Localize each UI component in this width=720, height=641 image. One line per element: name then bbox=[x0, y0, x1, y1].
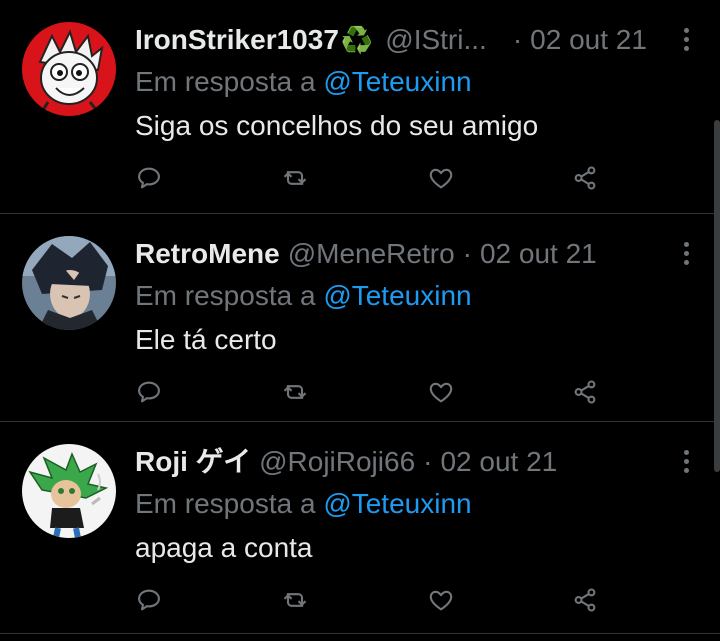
tweet-reply[interactable]: Roji ゲイ @RojiRoji66 · 02 out 21 Em respo… bbox=[0, 422, 720, 634]
reply-button[interactable] bbox=[129, 580, 169, 620]
tweet-text: Siga os concelhos do seu amigo bbox=[135, 110, 539, 141]
recycle-emoji-icon: ♻️ bbox=[340, 25, 374, 55]
display-name[interactable]: IronStriker1037 bbox=[135, 22, 339, 58]
tweet-header: RetroMene @MeneRetro · 02 out 21 bbox=[135, 236, 680, 272]
heart-icon bbox=[429, 382, 453, 403]
retweet-button[interactable] bbox=[275, 372, 315, 412]
share-icon bbox=[574, 166, 596, 190]
retweet-icon bbox=[283, 385, 307, 399]
tweet-date[interactable]: 02 out 21 bbox=[530, 22, 647, 58]
reply-mention-link[interactable]: @Teteuxinn bbox=[323, 66, 471, 97]
speech-bubble-icon bbox=[138, 167, 160, 189]
tweet-date[interactable]: 02 out 21 bbox=[480, 236, 597, 272]
reply-context: Em resposta a @Teteuxinn bbox=[135, 486, 472, 522]
avatar[interactable] bbox=[22, 22, 116, 116]
tweet-actions bbox=[135, 158, 615, 198]
more-vertical-icon[interactable] bbox=[682, 448, 690, 474]
speech-bubble-icon bbox=[138, 381, 160, 403]
display-name[interactable]: RetroMene bbox=[135, 236, 280, 272]
separator-dot: · bbox=[423, 446, 433, 477]
avatar-image bbox=[22, 236, 116, 330]
reply-context: Em resposta a @Teteuxinn bbox=[135, 64, 472, 100]
like-button[interactable] bbox=[421, 580, 461, 620]
avatar[interactable] bbox=[22, 444, 116, 538]
reply-mention-link[interactable]: @Teteuxinn bbox=[323, 280, 471, 311]
scrollbar-thumb[interactable] bbox=[714, 120, 720, 472]
replies-feed: IronStriker1037 ♻️ @IStri... · 02 out 21… bbox=[0, 0, 720, 641]
tweet-header: IronStriker1037 ♻️ @IStri... · 02 out 21 bbox=[135, 22, 680, 58]
tweet-actions bbox=[135, 580, 615, 620]
username-handle[interactable]: @MeneRetro bbox=[288, 236, 455, 272]
tweet-date[interactable]: 02 out 21 bbox=[440, 444, 557, 480]
heart-icon bbox=[429, 590, 453, 611]
tweet-text: Ele tá certo bbox=[135, 324, 277, 355]
separator-dot: · bbox=[462, 238, 472, 269]
avatar-image bbox=[22, 22, 116, 116]
tweet-reply[interactable]: RetroMene @MeneRetro · 02 out 21 Em resp… bbox=[0, 214, 720, 422]
reply-button[interactable] bbox=[129, 158, 169, 198]
retweet-button[interactable] bbox=[275, 580, 315, 620]
heart-icon bbox=[429, 168, 453, 189]
reply-prefix: Em resposta a bbox=[135, 488, 316, 519]
tweet-header: Roji ゲイ @RojiRoji66 · 02 out 21 bbox=[135, 444, 680, 480]
tweet-reply[interactable]: IronStriker1037 ♻️ @IStri... · 02 out 21… bbox=[0, 0, 720, 214]
display-name[interactable]: Roji ゲイ bbox=[135, 444, 251, 480]
retweet-icon bbox=[283, 171, 307, 185]
separator-dot: · bbox=[512, 24, 523, 55]
more-vertical-icon[interactable] bbox=[682, 26, 690, 52]
more-vertical-icon[interactable] bbox=[682, 240, 690, 266]
share-button[interactable] bbox=[565, 580, 605, 620]
like-button[interactable] bbox=[421, 372, 461, 412]
reply-mention-link[interactable]: @Teteuxinn bbox=[323, 488, 471, 519]
share-icon bbox=[574, 380, 596, 404]
tweet-text: apaga a conta bbox=[135, 532, 313, 563]
retweet-button[interactable] bbox=[275, 158, 315, 198]
like-button[interactable] bbox=[421, 158, 461, 198]
retweet-icon bbox=[283, 593, 307, 607]
username-handle[interactable]: @RojiRoji66 bbox=[259, 444, 415, 480]
avatar-image bbox=[22, 444, 116, 538]
share-icon bbox=[574, 588, 596, 612]
share-button[interactable] bbox=[565, 158, 605, 198]
reply-button[interactable] bbox=[129, 372, 169, 412]
username-handle[interactable]: @IStri... bbox=[385, 22, 487, 58]
reply-prefix: Em resposta a bbox=[135, 66, 316, 97]
avatar[interactable] bbox=[22, 236, 116, 330]
reply-context: Em resposta a @Teteuxinn bbox=[135, 278, 472, 314]
tweet-actions bbox=[135, 372, 615, 412]
speech-bubble-icon bbox=[138, 589, 160, 611]
share-button[interactable] bbox=[565, 372, 605, 412]
reply-prefix: Em resposta a bbox=[135, 280, 316, 311]
